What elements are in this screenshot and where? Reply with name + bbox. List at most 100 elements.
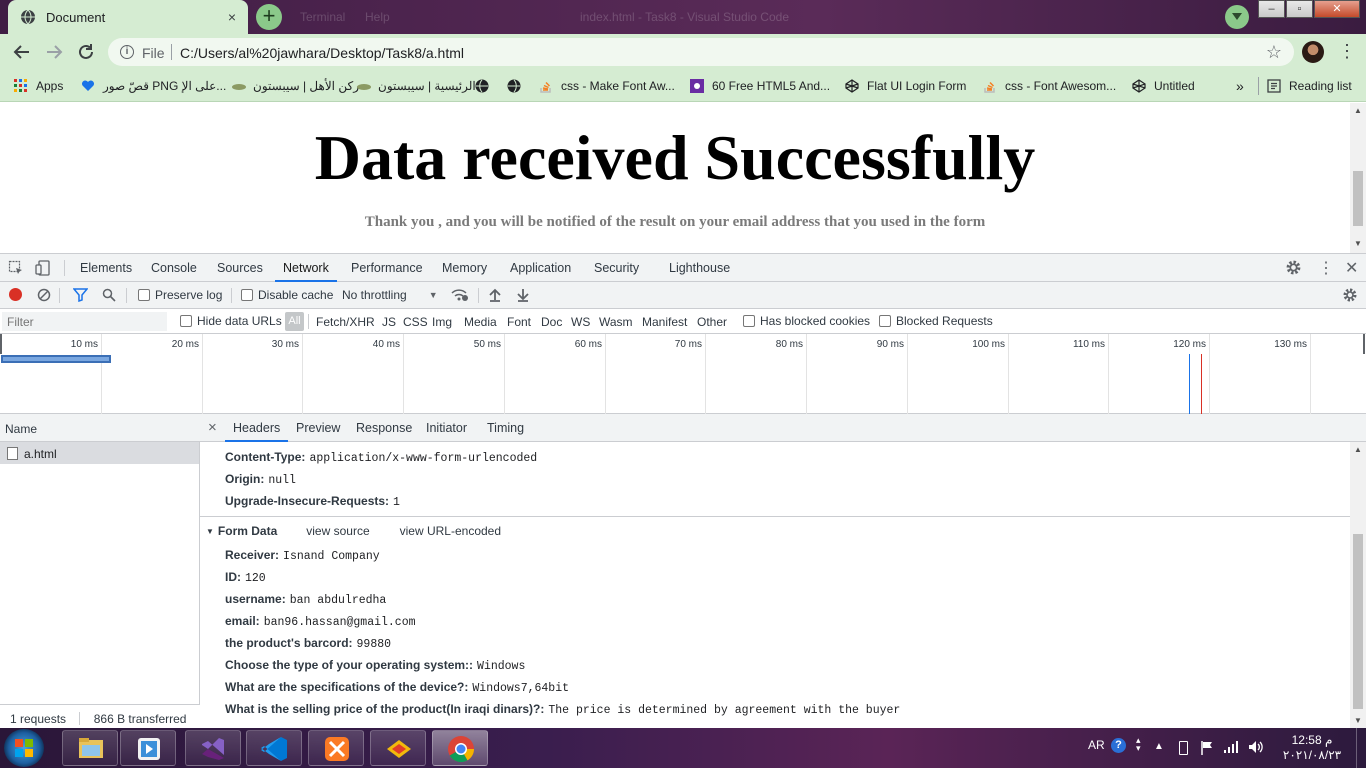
- close-window-button[interactable]: ✕: [1314, 0, 1360, 18]
- flag-icon[interactable]: [1200, 740, 1214, 756]
- tab-security[interactable]: Security: [594, 261, 639, 275]
- windows-explorer-icon[interactable]: [62, 730, 118, 766]
- filter-type-ws[interactable]: WS: [571, 315, 590, 329]
- tab-timing[interactable]: Timing: [487, 421, 524, 435]
- inspect-element-icon[interactable]: [8, 260, 24, 276]
- overview-right-handle[interactable]: [1363, 334, 1365, 354]
- name-column-header[interactable]: Name: [0, 414, 200, 442]
- form-data-section-header[interactable]: ▼ Form Data view source view URL-encoded: [206, 524, 501, 538]
- filter-type-manifest[interactable]: Manifest: [642, 315, 687, 329]
- network-settings-gear-icon[interactable]: [1342, 287, 1358, 303]
- help-icon[interactable]: ?: [1111, 738, 1126, 753]
- volume-icon[interactable]: [1248, 740, 1264, 754]
- close-details-icon[interactable]: ×: [208, 419, 217, 436]
- start-button[interactable]: [4, 729, 44, 767]
- close-devtools-icon[interactable]: ✕: [1345, 258, 1358, 278]
- checkbox-box[interactable]: [743, 315, 755, 327]
- search-icon[interactable]: [102, 288, 116, 302]
- tab-memory[interactable]: Memory: [442, 261, 487, 275]
- bookmark-item[interactable]: ركن الأهل | سيبستون: [231, 77, 359, 95]
- minimize-button[interactable]: –: [1258, 0, 1285, 18]
- tab-close-icon[interactable]: ×: [224, 9, 240, 25]
- vscode-icon[interactable]: [246, 730, 302, 766]
- bookmark-apps[interactable]: Apps: [14, 77, 63, 95]
- page-scrollbar[interactable]: ▲ ▼: [1350, 103, 1366, 253]
- url-text[interactable]: C:/Users/al%20jawhara/Desktop/Task8/a.ht…: [180, 45, 464, 61]
- tab-preview[interactable]: Preview: [296, 421, 340, 435]
- hide-data-urls-checkbox[interactable]: Hide data URLs: [180, 314, 282, 328]
- browser-tab[interactable]: Document ×: [8, 0, 248, 34]
- checkbox-box[interactable]: [879, 315, 891, 327]
- view-url-encoded-link[interactable]: view URL-encoded: [400, 524, 501, 538]
- filter-input[interactable]: [2, 312, 167, 331]
- import-har-icon[interactable]: [489, 288, 501, 302]
- checkbox-box[interactable]: [138, 289, 150, 301]
- tab-response[interactable]: Response: [356, 421, 412, 435]
- bookmark-item[interactable]: css - Make Font Aw...: [539, 77, 675, 95]
- scrollbar-thumb[interactable]: [1353, 534, 1363, 709]
- more-menu-icon[interactable]: ⋮: [1338, 42, 1356, 60]
- bookmark-item[interactable]: قصّ صور PNG على الإ...: [81, 77, 226, 95]
- new-tab-button[interactable]: +: [256, 4, 282, 30]
- network-overview-timeline[interactable]: 10 ms 20 ms 30 ms 40 ms 50 ms 60 ms 70 ms 80 ms…: [0, 334, 1366, 414]
- profile-menu-icon[interactable]: [1225, 5, 1249, 29]
- tab-network[interactable]: Network: [275, 261, 337, 282]
- checkbox-box[interactable]: [241, 289, 253, 301]
- tab-application[interactable]: Application: [510, 261, 571, 275]
- language-indicator[interactable]: AR: [1088, 738, 1105, 752]
- visual-studio-icon[interactable]: [185, 730, 241, 766]
- clear-icon[interactable]: [37, 288, 51, 302]
- info-icon[interactable]: i: [120, 45, 134, 59]
- bookmark-globe[interactable]: [475, 77, 497, 95]
- scroll-up-icon[interactable]: ▲: [1354, 445, 1362, 454]
- bookmarks-more-button[interactable]: »: [1236, 77, 1244, 95]
- preserve-log-checkbox[interactable]: Preserve log: [138, 288, 222, 302]
- filter-type-other[interactable]: Other: [697, 315, 727, 329]
- overview-left-handle[interactable]: [0, 334, 2, 354]
- media-player-icon[interactable]: [120, 730, 176, 766]
- filter-icon[interactable]: [73, 288, 88, 302]
- bookmark-globe[interactable]: [507, 77, 529, 95]
- export-har-icon[interactable]: [517, 288, 529, 302]
- forward-arrow-icon[interactable]: [43, 41, 65, 63]
- scroll-down-icon[interactable]: ▼: [1354, 239, 1362, 248]
- keyboard-options-icon[interactable]: ▴ ▾: [1136, 736, 1141, 753]
- filter-type-img[interactable]: Img: [432, 315, 452, 329]
- tab-lighthouse[interactable]: Lighthouse: [669, 261, 730, 275]
- filter-type-font[interactable]: Font: [507, 315, 531, 329]
- more-options-icon[interactable]: ⋮: [1318, 258, 1334, 278]
- filter-type-fetch-xhr[interactable]: Fetch/XHR: [316, 315, 375, 329]
- filter-type-js[interactable]: JS: [382, 315, 396, 329]
- filter-type-media[interactable]: Media: [464, 315, 497, 329]
- tab-elements[interactable]: Elements: [80, 261, 132, 275]
- maximize-button[interactable]: ▫: [1286, 0, 1313, 18]
- scrollbar-thumb[interactable]: [1353, 171, 1363, 226]
- battery-icon[interactable]: [1179, 741, 1188, 755]
- disable-cache-checkbox[interactable]: Disable cache: [241, 288, 333, 302]
- bookmark-item[interactable]: Flat UI Login Form: [845, 77, 966, 95]
- show-hidden-icons-icon[interactable]: ▲: [1154, 741, 1164, 752]
- has-blocked-cookies-checkbox[interactable]: Has blocked cookies: [743, 314, 870, 328]
- reading-list-button[interactable]: Reading list: [1258, 77, 1352, 95]
- scroll-down-icon[interactable]: ▼: [1354, 716, 1362, 725]
- tab-console[interactable]: Console: [151, 261, 197, 275]
- show-desktop-button[interactable]: [1356, 728, 1366, 768]
- blocked-requests-checkbox[interactable]: Blocked Requests: [879, 314, 993, 328]
- bookmark-item[interactable]: 60 Free HTML5 And...: [690, 77, 830, 95]
- details-scrollbar[interactable]: ▲ ▼: [1350, 442, 1366, 729]
- tab-performance[interactable]: Performance: [351, 261, 423, 275]
- gear-icon[interactable]: [1285, 259, 1302, 276]
- tab-initiator[interactable]: Initiator: [426, 421, 467, 435]
- device-toolbar-icon[interactable]: [35, 260, 51, 276]
- filter-type-css[interactable]: CSS: [403, 315, 428, 329]
- avatar[interactable]: [1302, 41, 1324, 63]
- bookmark-item[interactable]: Untitled: [1132, 77, 1195, 95]
- view-source-link[interactable]: view source: [306, 524, 369, 538]
- back-arrow-icon[interactable]: [11, 41, 33, 63]
- taskbar-clock[interactable]: 12:58 م ٢٠٢١/٠٨/٢٣: [1272, 733, 1352, 763]
- address-bar[interactable]: i File C:/Users/al%20jawhara/Desktop/Tas…: [108, 38, 1294, 66]
- reload-icon[interactable]: [75, 41, 97, 63]
- tab-headers[interactable]: Headers: [224, 421, 289, 442]
- scroll-up-icon[interactable]: ▲: [1354, 106, 1362, 115]
- xampp-icon[interactable]: [308, 730, 364, 766]
